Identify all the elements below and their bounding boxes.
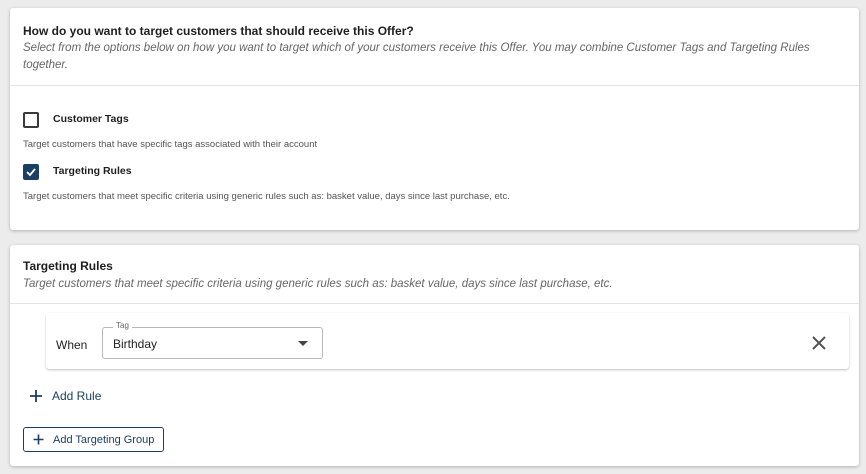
- when-label: When: [56, 338, 88, 352]
- customer-tags-label[interactable]: Customer Tags: [53, 113, 129, 125]
- targeting-options-subtitle: Select from the options below on how you…: [23, 42, 810, 71]
- tag-select-value: Birthday: [113, 337, 158, 351]
- targeting-rules-card: Targeting Rules Target customers that me…: [10, 245, 859, 466]
- add-rule-label: Add Rule: [52, 389, 102, 403]
- targeting-rules-title: Targeting Rules: [23, 259, 113, 273]
- close-icon: [812, 336, 826, 350]
- divider: [10, 85, 859, 86]
- add-targeting-group-button[interactable]: Add Targeting Group: [23, 427, 164, 452]
- targeting-rules-label[interactable]: Targeting Rules: [53, 165, 132, 177]
- tag-select-legend: Tag: [113, 321, 132, 330]
- customer-tags-checkbox[interactable]: [23, 112, 39, 128]
- customer-tags-description: Target customers that have specific tags…: [23, 139, 318, 150]
- targeting-rules-subtitle: Target customers that meet specific crit…: [23, 278, 613, 290]
- plus-icon: [30, 390, 42, 402]
- targeting-options-header: How do you want to target customers that…: [10, 8, 859, 78]
- tag-select[interactable]: Tag Birthday: [102, 321, 323, 359]
- check-icon: [26, 168, 36, 177]
- add-rule-button[interactable]: Add Rule: [29, 389, 101, 403]
- caret-down-icon: [298, 341, 308, 346]
- plus-icon: [33, 434, 44, 445]
- targeting-rules-header: Targeting Rules Target customers that me…: [10, 245, 859, 315]
- targeting-options-title: How do you want to target customers that…: [23, 24, 414, 38]
- remove-rule-button[interactable]: [812, 336, 826, 350]
- targeting-rules-description: Target customers that meet specific crit…: [23, 191, 510, 202]
- targeting-rules-checkbox[interactable]: [23, 164, 39, 180]
- targeting-options-card: How do you want to target customers that…: [10, 8, 859, 230]
- divider: [10, 303, 859, 304]
- add-targeting-group-label: Add Targeting Group: [53, 433, 155, 446]
